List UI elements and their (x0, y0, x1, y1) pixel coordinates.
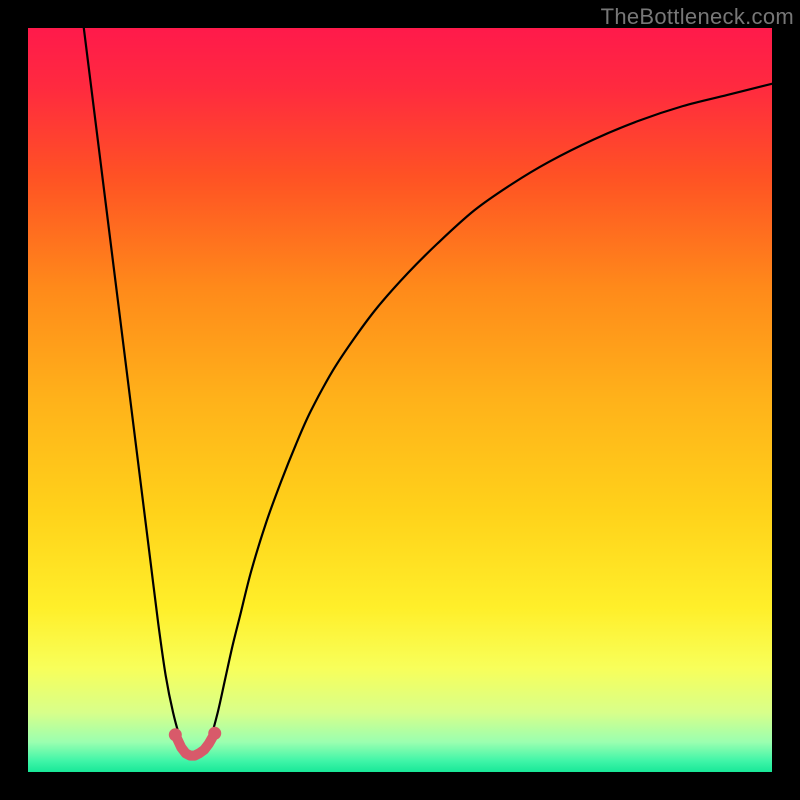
bottleneck-chart (28, 28, 772, 772)
chart-frame (28, 28, 772, 772)
watermark-text: TheBottleneck.com (601, 4, 794, 30)
gradient-background (28, 28, 772, 772)
